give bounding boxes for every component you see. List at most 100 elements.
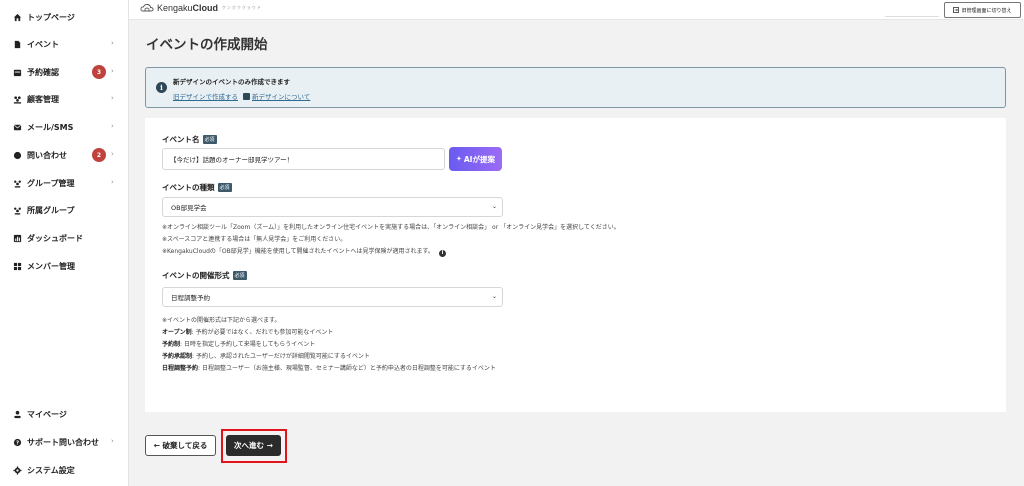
chat-icon <box>13 151 22 160</box>
event-type-selected: OB邸見学会 <box>171 204 207 212</box>
about-new-design-link[interactable]: 新デザインについて <box>252 91 310 101</box>
sidebar-item-label: 予約確認 <box>27 67 59 77</box>
chevron-down-icon: ⌄ <box>491 293 497 300</box>
brand-logo[interactable]: KengakuCloud ケンガククラウド <box>140 3 262 13</box>
ai-suggest-button[interactable]: ✦ AIが提案 <box>449 147 502 171</box>
format-option-desc: : 日程調整ユーザー（お施主様、現場監督、セミナー講師など）と予約申込者の日程調… <box>198 365 496 372</box>
format-option-name: 日程調整予約 <box>162 365 199 372</box>
event-format-select[interactable]: 日程調整予約 ⌄ <box>162 287 503 307</box>
event-type-note: ※スペースコアと連携する場合は「無人見学会」をご利用ください。 <box>162 236 347 243</box>
gear-icon <box>13 465 22 475</box>
event-form-card: イベント名 必須 【今だけ】話題のオーナー邸見学ツアー！ ✦ AIが提案 イベン… <box>145 118 1006 412</box>
required-badge: 必須 <box>217 183 232 192</box>
format-option-desc: : 予約し、承認されたユーザーだけが詳細閲覧可能にするイベント <box>192 353 370 360</box>
next-button[interactable]: 次へ進む → <box>226 435 281 456</box>
group-icon <box>13 179 22 188</box>
sidebar-item-mail-sms[interactable]: メール/SMS › <box>0 117 128 137</box>
sidebar-item-events[interactable]: イベント › <box>0 34 128 54</box>
sidebar-item-support[interactable]: ? サポート問い合わせ › <box>0 432 128 452</box>
chevron-right-icon: › <box>111 437 114 445</box>
notice-links: 旧デザインで作成する 新デザインについて <box>173 91 310 101</box>
format-option-desc: : 予約が必要ではなく、だれでも参加可能なイベント <box>191 329 334 336</box>
inquiry-count-badge: 2 <box>92 148 106 162</box>
event-format-selected: 日程調整予約 <box>171 294 210 302</box>
chevron-right-icon: › <box>111 122 114 130</box>
topbar: KengakuCloud ケンガククラウド 旧管理画面に切り替え <box>129 0 1024 20</box>
sidebar-item-label: イベント <box>27 39 59 49</box>
cloud-logo-icon <box>140 3 154 12</box>
sidebar-item-label: マイページ <box>27 409 67 419</box>
event-type-note-insurance: ※KengakuCloudの「OB邸見学」機能を使用して開催されたイベントへは見… <box>162 246 620 258</box>
brand-name-light: Kengaku <box>157 3 193 13</box>
sparkle-icon: ✦ <box>456 155 462 163</box>
sidebar-item-system-settings[interactable]: システム設定 <box>0 460 128 480</box>
chevron-right-icon: › <box>111 94 114 102</box>
chevron-down-icon: ⌄ <box>491 203 497 210</box>
sidebar-item-customers[interactable]: 顧客管理 › <box>0 89 128 109</box>
sidebar-item-mypage[interactable]: マイページ <box>0 404 128 424</box>
sidebar-item-label: 問い合わせ <box>27 150 67 160</box>
document-icon <box>13 40 22 49</box>
sidebar-item-top[interactable]: トップページ <box>0 7 128 27</box>
sidebar-item-label: システム設定 <box>27 465 75 475</box>
switch-icon <box>953 7 960 13</box>
sidebar-item-members[interactable]: メンバー管理 <box>0 256 128 276</box>
user-icon <box>13 410 22 419</box>
brand-name: KengakuCloud <box>157 3 218 13</box>
event-format-label: イベントの開催形式 必須 <box>162 270 247 281</box>
event-type-note-text: ※KengakuCloudの「OB邸見学」機能を使用して開催されたイベントへは見… <box>162 248 434 255</box>
required-badge: 必須 <box>202 135 217 144</box>
event-type-select[interactable]: OB邸見学会 ⌄ <box>162 197 503 217</box>
event-format-option: オープン制: 予約が必要ではなく、だれでも参加可能なイベント <box>162 327 496 339</box>
event-type-notes: ※オンライン相談ツール「Zoom（ズーム）」を利用したオンライン住宅イベントを実… <box>162 222 620 258</box>
sidebar-item-label: 顧客管理 <box>27 94 59 104</box>
event-name-label: イベント名 必須 <box>162 134 217 145</box>
switch-to-old-admin-label: 旧管理画面に切り替え <box>961 7 1012 14</box>
create-with-old-design-link[interactable]: 旧デザインで作成する <box>173 91 238 101</box>
event-name-label-text: イベント名 <box>162 135 200 144</box>
event-name-input[interactable]: 【今だけ】話題のオーナー邸見学ツアー！ <box>162 148 445 170</box>
sidebar-item-inquiries[interactable]: 問い合わせ 2 › <box>0 145 128 165</box>
sidebar-item-group-management[interactable]: グループ管理 › <box>0 173 128 193</box>
mail-icon <box>13 123 22 132</box>
sidebar-item-dashboard[interactable]: ダッシュボード <box>0 228 128 248</box>
discard-and-back-button[interactable]: ← 破棄して戻る <box>145 435 216 456</box>
sidebar-item-label: メンバー管理 <box>27 261 75 271</box>
event-format-notes: ※イベントの開催形式は下記から選べます。 オープン制: 予約が必要ではなく、だれ… <box>162 315 496 375</box>
sidebar-item-reservations[interactable]: 予約確認 3 › <box>0 62 128 82</box>
page-title: イベントの作成開始 <box>146 37 268 53</box>
chevron-right-icon: › <box>111 67 114 75</box>
group-icon <box>13 206 22 215</box>
help-icon: ? <box>13 438 22 447</box>
sidebar-item-affiliated-groups[interactable]: 所属グループ <box>0 200 128 220</box>
sidebar-item-label: サポート問い合わせ <box>27 437 99 447</box>
chevron-right-icon: › <box>111 150 114 158</box>
format-option-name: オープン制 <box>162 329 192 336</box>
sidebar-item-label: トップページ <box>27 12 75 22</box>
reservation-count-badge: 3 <box>92 65 106 79</box>
event-format-intro: ※イベントの開催形式は下記から選べます。 <box>162 317 281 324</box>
chart-icon <box>13 234 22 243</box>
top-search-field[interactable] <box>885 4 939 17</box>
chevron-right-icon: › <box>111 39 114 47</box>
calendar-icon <box>13 68 22 77</box>
event-type-label-text: イベントの種類 <box>162 183 215 192</box>
sidebar-item-label: ダッシュボード <box>27 233 83 243</box>
sidebar: トップページ イベント › 予約確認 3 › 顧客管理 › メール/SMS › … <box>0 0 129 486</box>
event-type-note: ※オンライン相談ツール「Zoom（ズーム）」を利用したオンライン住宅イベントを実… <box>162 224 620 231</box>
event-format-option: 日程調整予約: 日程調整ユーザー（お施主様、現場監督、セミナー講師など）と予約申… <box>162 363 496 375</box>
sidebar-item-label: メール/SMS <box>27 122 74 132</box>
event-format-option: 予約制: 日時を指定し予約して来場をしてもらうイベント <box>162 339 496 351</box>
event-type-label: イベントの種類 必須 <box>162 182 232 193</box>
info-icon: i <box>156 82 167 93</box>
home-icon <box>13 13 22 22</box>
event-format-label-text: イベントの開催形式 <box>162 271 230 280</box>
svg-text:?: ? <box>16 440 19 446</box>
switch-to-old-admin-button[interactable]: 旧管理画面に切り替え <box>944 2 1021 18</box>
format-option-desc: : 日時を指定し予約して来場をしてもらうイベント <box>180 341 316 348</box>
document-icon <box>243 92 250 100</box>
format-option-name: 予約制 <box>162 341 181 348</box>
info-notice: i 新デザインのイベントのみ作成できます 旧デザインで作成する 新デザインについ… <box>145 67 1006 108</box>
info-tooltip-icon[interactable]: i <box>438 249 446 257</box>
chevron-right-icon: › <box>111 178 114 186</box>
